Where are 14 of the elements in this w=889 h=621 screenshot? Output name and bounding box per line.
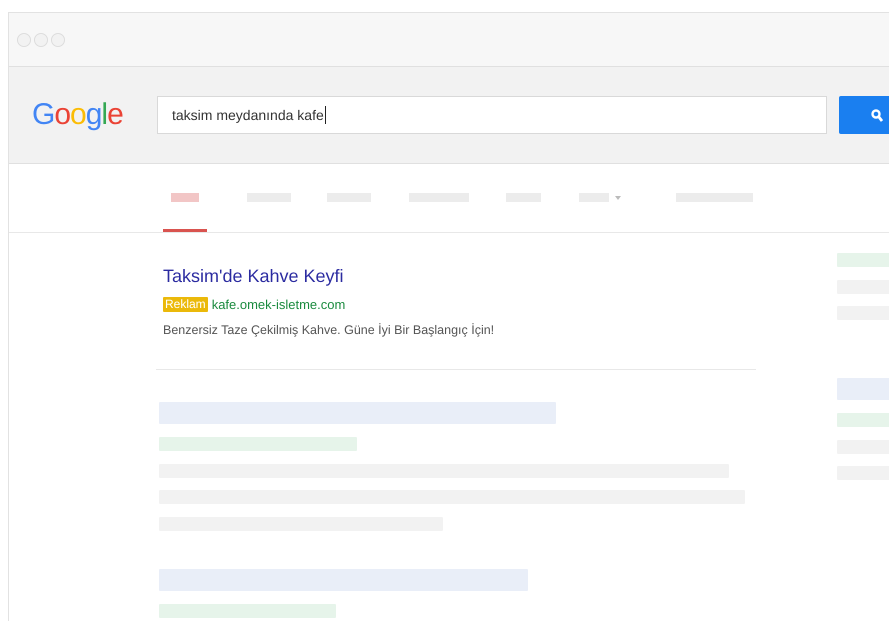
- google-logo: Google: [32, 100, 124, 130]
- ad-url: kafe.omek-isletme.com: [212, 296, 346, 314]
- search-field[interactable]: taksim meydanında kafe: [157, 96, 827, 134]
- window-control-icon[interactable]: [51, 32, 65, 46]
- search-button[interactable]: [839, 96, 889, 134]
- window-control-icon[interactable]: [17, 32, 31, 46]
- search-icon: [871, 108, 883, 122]
- placeholder-bar: [837, 253, 889, 267]
- ad-label: Reklam: [163, 297, 208, 312]
- window-control-icon[interactable]: [34, 32, 48, 46]
- ad-description: Benzersiz Taze Çekilmiş Kahve. Güne İyi Bir Başlangıç İçin!: [163, 322, 496, 339]
- placeholder-bar: [837, 413, 889, 427]
- ad-title-link[interactable]: Taksim'de Kahve Keyfi: [163, 265, 756, 287]
- caret-icon: [615, 196, 621, 200]
